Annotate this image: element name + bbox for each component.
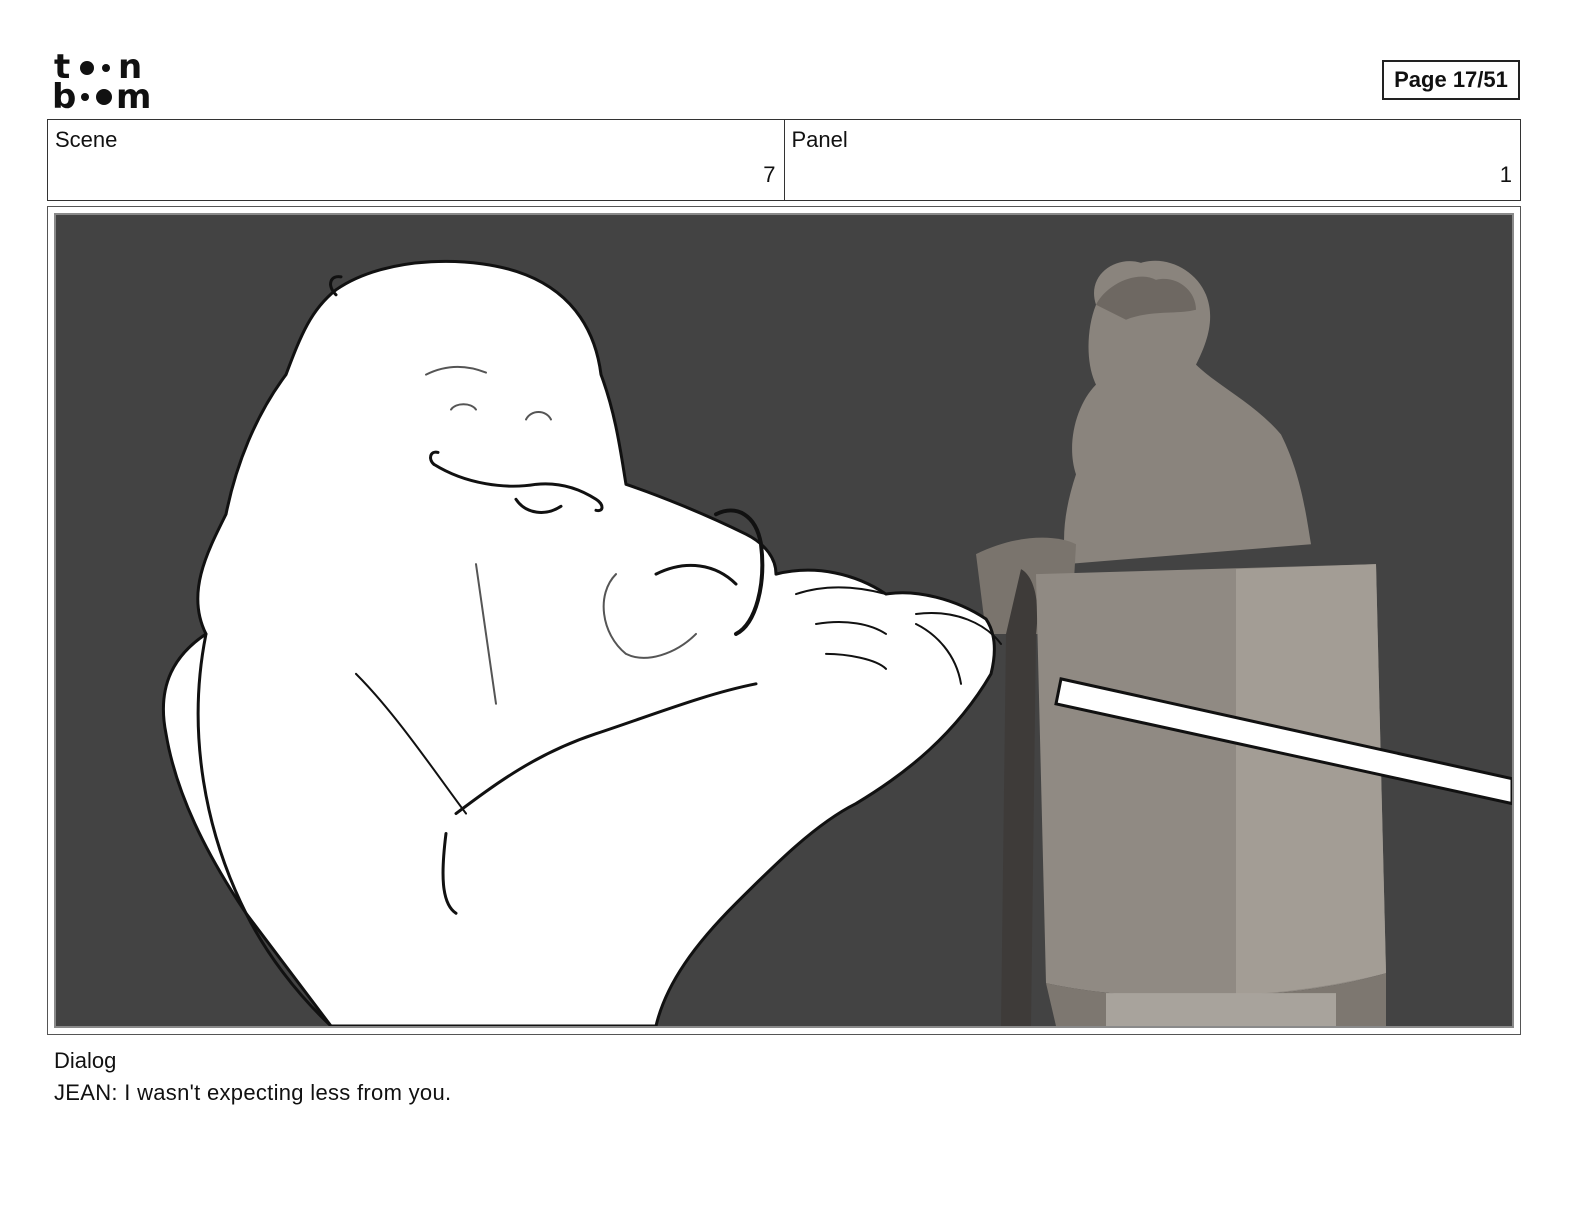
dialog-text: JEAN: I wasn't expecting less from you.	[54, 1080, 452, 1105]
dialog-label: Dialog	[54, 1048, 117, 1073]
scene-panel-header: Scene 7 Panel 1	[47, 119, 1521, 201]
scene-label: Scene	[55, 127, 118, 152]
toon-boom-logo: t n b m	[52, 47, 164, 117]
page-indicator: Page 17/51	[1382, 60, 1520, 100]
storyboard-panel-image	[54, 213, 1514, 1028]
panel-label: Panel	[791, 127, 848, 152]
panel-sketch-illustration	[56, 215, 1512, 1026]
storyboard-panel-frame	[47, 206, 1521, 1035]
panel-number: 1	[1499, 162, 1512, 187]
svg-text:b: b	[52, 77, 76, 112]
panel-cell: Panel 1	[783, 120, 1521, 200]
scene-cell: Scene 7	[48, 120, 784, 200]
svg-text:m: m	[116, 77, 151, 112]
scene-number: 7	[763, 162, 776, 187]
